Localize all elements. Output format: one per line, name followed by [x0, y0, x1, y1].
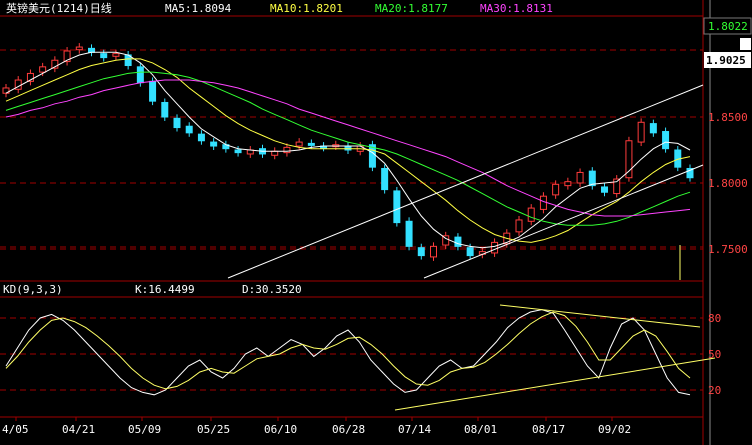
- candle-body: [283, 146, 291, 154]
- last-price-label: 1.9025: [706, 54, 746, 67]
- x-tick-label: 04/21: [62, 423, 95, 436]
- x-tick-label: 09/02: [598, 423, 631, 436]
- chart-window: 英镑美元(1214)日线 MA5:1.8094 MA10:1.8201 MA20…: [0, 0, 752, 445]
- candle-body: [539, 195, 547, 210]
- candle-body: [601, 186, 608, 193]
- candle-body: [295, 141, 303, 147]
- candle-body: [210, 141, 218, 147]
- candle-body: [161, 101, 169, 118]
- candle-body: [515, 219, 523, 233]
- candle-body: [417, 247, 425, 257]
- kd-tick-label: 20: [708, 384, 721, 397]
- d-label: D:30.3520: [242, 283, 302, 296]
- candle-body: [234, 149, 242, 154]
- candle-body: [552, 183, 560, 196]
- candle-body: [197, 133, 205, 142]
- candle-body: [662, 131, 670, 150]
- x-tick-label: 05/25: [197, 423, 230, 436]
- candle-body: [430, 245, 437, 258]
- price-tick-label: 1.8500: [708, 111, 748, 124]
- ma30-label: MA30:1.8131: [480, 2, 553, 15]
- candle-body: [381, 167, 389, 191]
- candle-body: [625, 140, 633, 179]
- price-tick-label: 1.7500: [708, 243, 748, 256]
- candle-body: [307, 142, 315, 146]
- candle-body: [393, 190, 401, 224]
- candle-body: [100, 53, 108, 59]
- candle-body: [466, 247, 474, 257]
- price-tick-label: 1.8000: [708, 177, 748, 190]
- kd-tick-label: 80: [708, 312, 721, 325]
- candle-body: [527, 207, 535, 222]
- candle-body: [75, 46, 83, 51]
- ma10-label: MA10:1.8201: [270, 2, 343, 15]
- x-tick-label: 07/14: [398, 423, 431, 436]
- candle-body: [649, 123, 657, 134]
- candle-body: [136, 66, 144, 84]
- x-tick-label: 05/09: [128, 423, 161, 436]
- candle-body: [454, 236, 462, 247]
- candle-body: [576, 171, 584, 184]
- x-tick-label: 06/28: [332, 423, 365, 436]
- candle-body: [173, 117, 181, 129]
- candle-body: [271, 150, 279, 156]
- ma20-label: MA20:1.8177: [375, 2, 448, 15]
- candle-body: [637, 121, 645, 143]
- x-tick-label: 08/01: [464, 423, 497, 436]
- x-tick-label: 4/05: [2, 423, 29, 436]
- stock-chart: 英镑美元(1214)日线 MA5:1.8094 MA10:1.8201 MA20…: [0, 0, 752, 445]
- top-price-label: 1.8022: [708, 20, 748, 33]
- candle-body: [112, 53, 120, 57]
- candle-body: [149, 80, 157, 102]
- chart-title: 英镑美元(1214)日线: [6, 1, 112, 15]
- candle-body: [88, 47, 95, 53]
- candle-body: [588, 170, 596, 187]
- candle-body: [185, 125, 193, 134]
- scroll-up-icon[interactable]: [740, 38, 751, 50]
- kd-title: KD(9,3,3): [3, 283, 63, 296]
- candle-body: [405, 220, 413, 247]
- x-tick-label: 08/17: [532, 423, 565, 436]
- ma5-label: MA5:1.8094: [165, 2, 232, 15]
- candle-body: [39, 66, 47, 73]
- candle-body: [564, 181, 572, 187]
- x-tick-label: 06/10: [264, 423, 297, 436]
- candle-body: [344, 145, 352, 151]
- k-label: K:16.4499: [135, 283, 195, 296]
- candle-body: [491, 241, 499, 254]
